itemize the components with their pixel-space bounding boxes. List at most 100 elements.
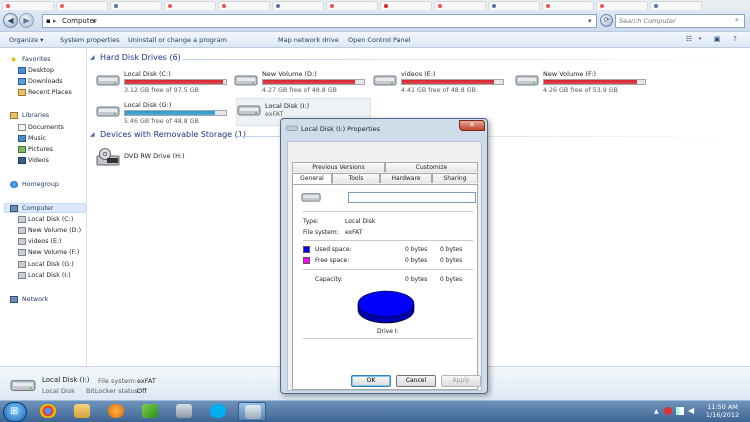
preview-pane-icon[interactable]: ▣ bbox=[712, 35, 722, 44]
close-button[interactable]: ✕ bbox=[459, 120, 485, 131]
app-icon bbox=[142, 404, 158, 418]
view-options-icon[interactable]: ☷ bbox=[684, 35, 694, 44]
chrome-icon bbox=[40, 404, 56, 418]
nav-item-drive-e[interactable]: videos (E:) bbox=[28, 238, 62, 245]
taskbar-media-player-button[interactable] bbox=[102, 402, 130, 421]
show-hidden-icons-icon[interactable]: ▲ bbox=[654, 408, 662, 416]
back-button[interactable]: ◀ bbox=[3, 13, 18, 28]
cancel-button[interactable]: Cancel bbox=[396, 375, 436, 387]
drive-name: New Volume (F:) bbox=[543, 70, 596, 78]
hard-drive-icon bbox=[10, 380, 36, 391]
drive-name: Local Disk (I:) bbox=[265, 102, 310, 110]
address-dropdown-icon[interactable]: ▾ bbox=[588, 17, 592, 25]
nav-item-drive-d[interactable]: New Volume (D:) bbox=[28, 227, 81, 234]
nav-item-drive-c[interactable]: Local Disk (C:) bbox=[28, 216, 73, 223]
hard-disk-drives-header[interactable]: Hard Disk Drives (6) bbox=[100, 53, 181, 62]
nav-favorites-header[interactable]: Favorites bbox=[22, 56, 50, 63]
tab-customize[interactable]: Customize bbox=[385, 162, 478, 172]
nav-item-downloads[interactable]: Downloads bbox=[28, 78, 63, 85]
apply-button[interactable]: Apply bbox=[441, 375, 481, 387]
computer-icon: ▪ bbox=[46, 17, 51, 25]
nav-homegroup[interactable]: Homegroup bbox=[22, 181, 59, 188]
windows-logo-icon: ⊞ bbox=[10, 406, 19, 417]
drive-tile-d[interactable]: New Volume (D:) 4.27 GB free of 48.8 GB bbox=[234, 69, 369, 97]
details-bitlocker-label: BitLocker status: bbox=[86, 387, 141, 395]
help-icon[interactable]: ? bbox=[730, 35, 740, 44]
nav-item-pictures[interactable]: Pictures bbox=[28, 146, 53, 153]
tab-tools[interactable]: Tools bbox=[332, 173, 380, 183]
taskbar-explorer-button[interactable] bbox=[68, 402, 96, 421]
forward-button[interactable]: ▶ bbox=[19, 13, 34, 28]
taskbar-calculator-button[interactable] bbox=[170, 402, 198, 421]
tab-previous-versions[interactable]: Previous Versions bbox=[292, 162, 385, 172]
taskbar-skype-button[interactable] bbox=[204, 402, 232, 421]
dvd-drive-tile-h[interactable]: DVD RW Drive (H:) bbox=[96, 146, 231, 174]
breadcrumb-computer[interactable]: Computer bbox=[62, 17, 97, 25]
search-icon[interactable]: ⌕ bbox=[735, 16, 739, 25]
capacity-bytes: 0 bytes bbox=[405, 276, 428, 283]
taskbar-chrome-button[interactable] bbox=[34, 402, 62, 421]
tab-general[interactable]: General bbox=[292, 173, 332, 184]
collapse-group-icon[interactable]: ◢ bbox=[90, 131, 95, 138]
tab-sharing[interactable]: Sharing bbox=[432, 173, 478, 183]
system-properties-button[interactable]: System properties bbox=[60, 36, 119, 44]
nav-item-drive-g[interactable]: Local Disk (G:) bbox=[28, 261, 74, 268]
nav-item-drive-f[interactable]: New Volume (F:) bbox=[28, 249, 79, 256]
organize-button[interactable]: Organize ▾ bbox=[9, 36, 43, 44]
drive-free-space: 4.41 GB free of 48.8 GB bbox=[401, 87, 476, 94]
details-fs-label: File system: bbox=[98, 377, 137, 385]
drive-icon bbox=[18, 261, 26, 268]
drive-tile-e[interactable]: videos (E:) 4.41 GB free of 48.8 GB bbox=[373, 69, 508, 97]
tab-hardware[interactable]: Hardware bbox=[380, 173, 432, 183]
taskbar-app-button[interactable] bbox=[136, 402, 164, 421]
nav-item-drive-i[interactable]: Local Disk (I:) bbox=[28, 272, 71, 279]
breadcrumb-chevron-icon: ▸ bbox=[93, 17, 97, 25]
system-clock[interactable]: 11:50 AM 1/16/2012 bbox=[700, 403, 745, 419]
capacity-label: Capacity: bbox=[315, 276, 343, 283]
drive-name: Local Disk (C:) bbox=[124, 70, 171, 78]
type-value: Local Disk bbox=[345, 218, 376, 225]
uninstall-program-button[interactable]: Uninstall or change a program bbox=[128, 36, 227, 44]
ok-button[interactable]: OK bbox=[351, 375, 391, 387]
nav-libraries-header[interactable]: Libraries bbox=[22, 112, 49, 119]
alert-flag-icon[interactable] bbox=[664, 407, 672, 415]
background-tab bbox=[380, 1, 432, 10]
nav-network[interactable]: Network bbox=[22, 296, 48, 303]
nav-item-desktop[interactable]: Desktop bbox=[28, 67, 54, 74]
removable-storage-header[interactable]: Devices with Removable Storage (1) bbox=[100, 130, 246, 139]
background-tab bbox=[56, 1, 108, 10]
hard-drive-icon bbox=[515, 75, 539, 86]
hard-drive-icon bbox=[96, 106, 120, 117]
address-bar[interactable]: ▪ ▸ Computer ▸ ▾ bbox=[42, 14, 597, 28]
drive-usage-bar bbox=[124, 110, 227, 116]
address-row: ◀ ▶ ▪ ▸ Computer ▸ ▾ ⟳ ⌕ bbox=[0, 10, 750, 32]
background-tab-strip bbox=[0, 0, 750, 10]
map-network-drive-button[interactable]: Map network drive bbox=[278, 36, 339, 44]
nav-item-videos[interactable]: Videos bbox=[28, 157, 49, 164]
details-fs-value: exFAT bbox=[137, 377, 156, 385]
calculator-icon bbox=[176, 404, 192, 418]
dvd-drive-icon bbox=[96, 148, 120, 166]
nav-item-documents[interactable]: Documents bbox=[28, 124, 64, 131]
drive-tile-g[interactable]: Local Disk (G:) 5.46 GB free of 48.8 GB bbox=[96, 100, 231, 128]
refresh-button[interactable]: ⟳ bbox=[600, 14, 613, 27]
drive-tile-f[interactable]: New Volume (F:) 4.26 GB free of 53.9 GB bbox=[515, 69, 650, 97]
volume-icon[interactable]: ◀ bbox=[688, 406, 696, 415]
collapse-group-icon[interactable]: ◢ bbox=[90, 54, 95, 61]
start-button[interactable]: ⊞ bbox=[3, 402, 27, 422]
free-space-label: Free space: bbox=[315, 257, 350, 264]
network-tray-icon[interactable] bbox=[676, 407, 684, 415]
taskbar-window-button[interactable] bbox=[238, 402, 266, 421]
nav-item-music[interactable]: Music bbox=[28, 135, 46, 142]
view-dropdown-icon[interactable]: ▾ bbox=[695, 35, 705, 44]
drive-free-space: 5.46 GB free of 48.8 GB bbox=[124, 118, 199, 125]
drive-icon bbox=[18, 227, 26, 234]
hard-drive-icon bbox=[96, 75, 120, 86]
open-control-panel-button[interactable]: Open Control Panel bbox=[348, 36, 411, 44]
volume-label-input[interactable] bbox=[348, 192, 476, 203]
nav-computer-header[interactable]: Computer bbox=[22, 205, 53, 212]
search-input[interactable] bbox=[619, 16, 729, 26]
nav-item-recent-places[interactable]: Recent Places bbox=[28, 89, 72, 96]
drive-tile-c[interactable]: Local Disk (C:) 3.12 GB free of 97.5 GB bbox=[96, 69, 231, 97]
music-icon bbox=[18, 135, 26, 142]
